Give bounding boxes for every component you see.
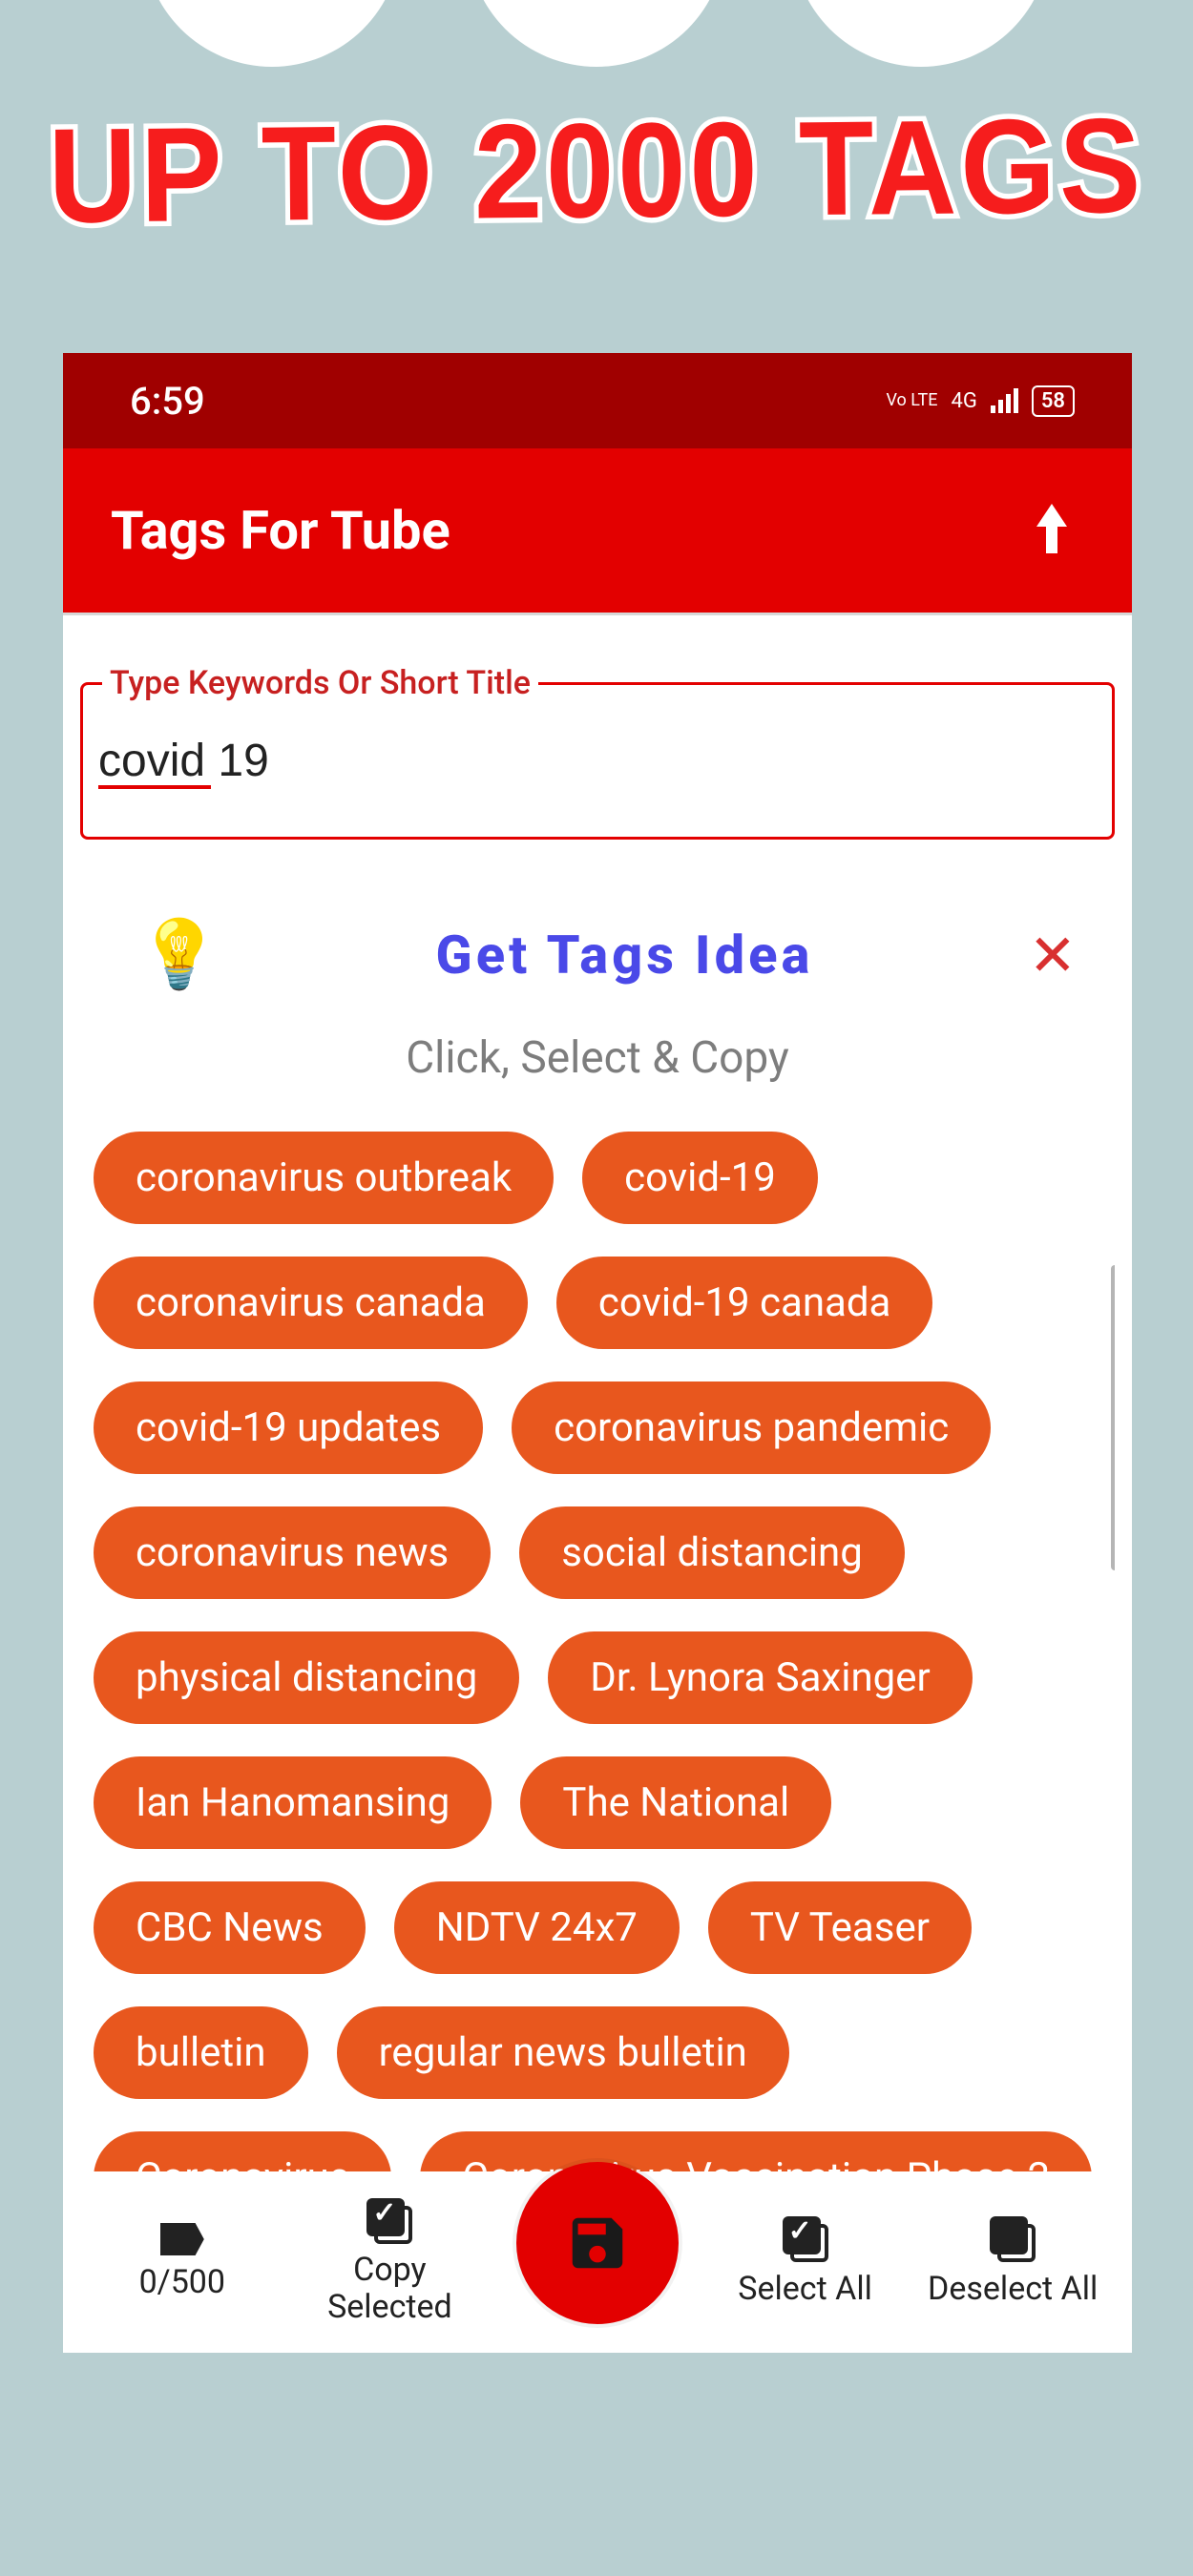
- phone-frame: 6:59 Vo LTE 4G 58 Tags For Tube Type Key…: [63, 353, 1132, 2353]
- tag-chip[interactable]: Dr. Lynora Saxinger: [548, 1631, 972, 1724]
- copy-selected-label: CopySelected: [327, 2252, 452, 2326]
- status-time: 6:59: [130, 379, 205, 424]
- tag-chip[interactable]: social distancing: [519, 1506, 905, 1599]
- copy-selected-icon: [366, 2198, 412, 2244]
- tag-chip[interactable]: covid-19: [582, 1132, 818, 1224]
- decorative-circles: [0, 0, 1193, 76]
- save-icon: [564, 2210, 631, 2276]
- select-all-icon: [783, 2216, 828, 2262]
- network-4g-icon: 4G: [952, 389, 977, 413]
- battery-icon: 58: [1032, 385, 1075, 417]
- tag-chip[interactable]: Ian Hanomansing: [94, 1756, 492, 1849]
- promo-headline: UP TO 2000 TAGS: [0, 93, 1193, 252]
- tag-chip[interactable]: coronavirus canada: [94, 1257, 528, 1349]
- tag-chip[interactable]: CBC News: [94, 1881, 366, 1974]
- tag-chip[interactable]: covid-19 canada: [556, 1257, 933, 1349]
- close-icon[interactable]: ✕: [1029, 922, 1077, 989]
- signal-icon: [991, 388, 1018, 413]
- app-bar: Tags For Tube: [63, 448, 1132, 615]
- copy-selected-button[interactable]: CopySelected: [286, 2198, 494, 2326]
- tag-icon: [160, 2223, 204, 2255]
- keyword-input[interactable]: [98, 735, 1097, 787]
- idea-title: Get Tags Idea: [220, 924, 1029, 987]
- volte-icon: Vo LTE: [886, 393, 937, 408]
- tag-chip[interactable]: covid-19 updates: [94, 1381, 483, 1474]
- counter-item: 0/500: [78, 2223, 286, 2301]
- select-all-button[interactable]: Select All: [701, 2216, 910, 2308]
- select-all-label: Select All: [738, 2270, 872, 2308]
- tag-chip[interactable]: coronavirus news: [94, 1506, 491, 1599]
- tag-chip[interactable]: regular news bulletin: [337, 2006, 789, 2099]
- tag-chip[interactable]: The National: [520, 1756, 831, 1849]
- deselect-all-icon: [990, 2216, 1036, 2262]
- keyword-input-wrap[interactable]: Type Keywords Or Short Title: [80, 682, 1115, 840]
- keyword-input-label: Type Keywords Or Short Title: [102, 664, 538, 702]
- tag-chip[interactable]: physical distancing: [94, 1631, 519, 1724]
- save-fab[interactable]: [516, 2162, 679, 2324]
- bottom-bar: 0/500 CopySelected Select All: [63, 2171, 1132, 2353]
- scrollbar[interactable]: [1111, 1265, 1115, 1570]
- upload-icon[interactable]: [1029, 500, 1075, 561]
- tag-chip[interactable]: coronavirus outbreak: [94, 1132, 554, 1224]
- tag-chip[interactable]: NDTV 24x7: [394, 1881, 680, 1974]
- bulb-icon: 💡: [137, 916, 220, 994]
- idea-subtitle: Click, Select & Copy: [80, 1032, 1115, 1084]
- tag-chip[interactable]: TV Teaser: [708, 1881, 972, 1974]
- status-bar: 6:59 Vo LTE 4G 58: [63, 353, 1132, 448]
- counter-label: 0/500: [139, 2263, 225, 2301]
- deselect-all-button[interactable]: Deselect All: [909, 2216, 1117, 2308]
- tag-chip[interactable]: bulletin: [94, 2006, 308, 2099]
- tag-chip[interactable]: coronavirus pandemic: [512, 1381, 991, 1474]
- deselect-all-label: Deselect All: [928, 2270, 1098, 2308]
- app-title: Tags For Tube: [111, 499, 450, 562]
